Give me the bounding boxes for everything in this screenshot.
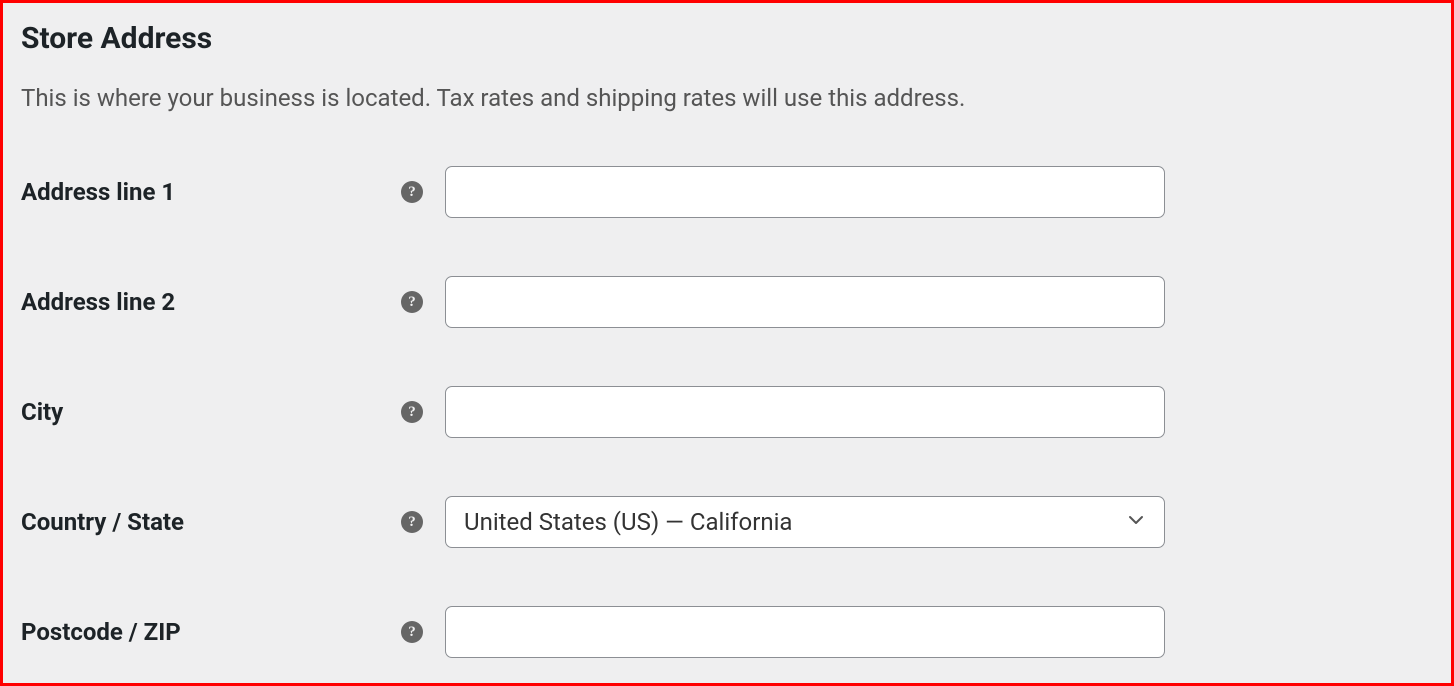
store-address-form: Store Address This is where your busines… <box>0 0 1454 686</box>
section-description: This is where your business is located. … <box>21 84 1433 112</box>
row-address-line-1: Address line 1 ? <box>21 166 1433 218</box>
row-city: City ? <box>21 386 1433 438</box>
postcode-input[interactable] <box>445 606 1165 658</box>
help-icon[interactable]: ? <box>401 621 423 643</box>
address-line-2-input[interactable] <box>445 276 1165 328</box>
section-title: Store Address <box>21 21 1433 56</box>
help-icon[interactable]: ? <box>401 181 423 203</box>
address-line-1-input[interactable] <box>445 166 1165 218</box>
label-address-line-2: Address line 2 <box>21 288 401 316</box>
label-address-line-1: Address line 1 <box>21 178 401 206</box>
country-state-selected-value: United States (US) — California <box>464 508 1126 536</box>
label-postcode: Postcode / ZIP <box>21 618 401 646</box>
help-icon[interactable]: ? <box>401 291 423 313</box>
chevron-down-icon <box>1126 510 1146 534</box>
help-icon[interactable]: ? <box>401 401 423 423</box>
label-city: City <box>21 398 401 426</box>
row-postcode: Postcode / ZIP ? <box>21 606 1433 658</box>
row-country-state: Country / State ? United States (US) — C… <box>21 496 1433 548</box>
row-address-line-2: Address line 2 ? <box>21 276 1433 328</box>
city-input[interactable] <box>445 386 1165 438</box>
country-state-select[interactable]: United States (US) — California <box>445 496 1165 548</box>
help-icon[interactable]: ? <box>401 511 423 533</box>
label-country-state: Country / State <box>21 508 401 536</box>
